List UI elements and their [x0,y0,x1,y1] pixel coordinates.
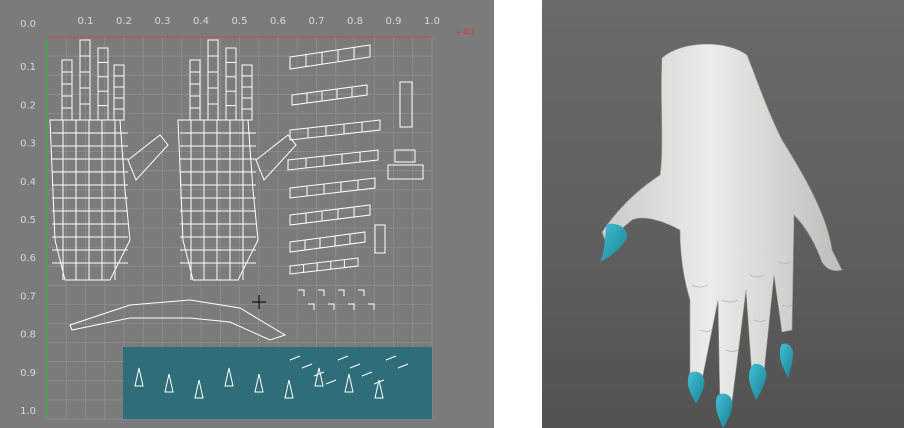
v-axis-label: 0.4 [20,177,36,188]
u-axis-label: 0.9 [386,16,402,27]
u-axis-label: 0.6 [270,16,286,27]
u-axis-label: 1.0 [424,16,440,27]
uv-shell-fragment[interactable] [318,289,325,296]
u-axis-label: 0.5 [232,16,248,27]
uv-shell-finger-strip[interactable] [289,231,366,253]
uv-shell-finger-strip[interactable] [287,149,379,171]
uv-editor-panel[interactable]: 0.1 0.2 0.3 0.4 0.5 0.6 0.7 0.8 0.9 1.0 0.0 0.1 0.2… [0,0,494,428]
v-axis-label: 0.0 [20,19,36,30]
uv-shell-wrist-strip[interactable] [69,299,287,341]
uv-shell-fragment[interactable] [348,303,355,310]
uv-shell-piece[interactable] [399,81,413,128]
uv-shell-finger-strip[interactable] [289,204,371,226]
uv-shell-piece[interactable] [374,224,386,254]
uv-selection-region[interactable] [123,347,432,419]
hand-model[interactable] [542,0,904,428]
corner-label: +40 [455,28,474,38]
v-axis-label: 0.2 [20,100,36,111]
uv-shell-group[interactable] [49,39,424,399]
u-axis-label: 0.4 [193,16,209,27]
v-axis-label: 1.0 [20,406,36,417]
v-axis-label: 0.1 [20,62,36,73]
uv-shell-fragment[interactable] [298,289,305,296]
uv-shell-finger-strip[interactable] [291,84,368,106]
uv-shell-fragment[interactable] [308,303,315,310]
u-axis-label: 0.1 [78,16,94,27]
v-axis-labels: 0.0 0.1 0.2 0.3 0.4 0.5 0.6 0.7 0.8 0.9 1.0 [20,19,36,417]
v-axis-label: 0.5 [20,215,36,226]
v-axis-label: 0.7 [20,291,36,302]
index-nail-icon [687,371,705,404]
uv-shell-fragment[interactable] [358,289,365,296]
uv-shell-fragment[interactable] [328,303,335,310]
pinky-nail-icon [780,343,794,378]
uv-shell-finger-strip[interactable] [289,177,376,199]
uv-shell-fragment[interactable] [338,289,345,296]
uv-editor-canvas[interactable]: 0.1 0.2 0.3 0.4 0.5 0.6 0.7 0.8 0.9 1.0 0.0 0.1 0.2… [0,0,494,428]
uv-shell-left-hand[interactable] [49,39,169,281]
v-axis-label: 0.3 [20,139,36,150]
u-axis-label: 0.7 [309,16,325,27]
u-axis-label: 0.3 [155,16,171,27]
v-axis-label: 0.8 [20,330,36,341]
u-axis-label: 0.2 [116,16,132,27]
u-axis-label: 0.8 [347,16,363,27]
uv-shell-finger-strip[interactable] [289,44,371,70]
hand-palm [601,43,843,405]
ring-nail-icon [748,363,767,400]
u-axis-labels: 0.1 0.2 0.3 0.4 0.5 0.6 0.7 0.8 0.9 1.0 [78,16,440,27]
uv-shell-fragment[interactable] [368,303,375,310]
middle-nail-icon [715,393,733,428]
panel-divider [494,0,542,428]
crosshair-cursor-icon [252,295,266,309]
v-axis-label: 0.6 [20,253,36,264]
uv-shell-finger-strip[interactable] [289,119,381,141]
3d-viewport[interactable] [542,0,904,428]
v-axis-label: 0.9 [20,368,36,379]
